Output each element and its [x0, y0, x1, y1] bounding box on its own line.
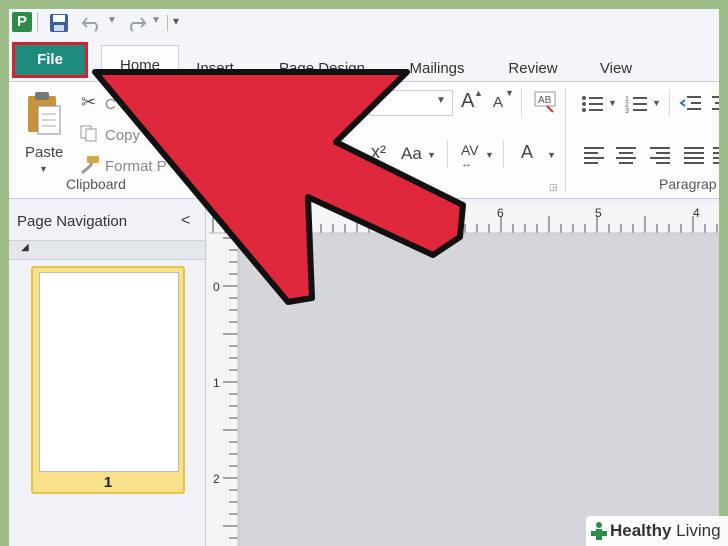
watermark-brand-rest: Living	[671, 521, 721, 540]
healthy-living-logo-icon	[591, 522, 607, 540]
annotation-arrow-icon	[92, 69, 466, 305]
watermark-brand-bold: Healthy	[610, 521, 672, 540]
watermark-text: Healthy Living	[610, 521, 721, 541]
healthy-living-watermark: Healthy Living	[586, 516, 728, 546]
